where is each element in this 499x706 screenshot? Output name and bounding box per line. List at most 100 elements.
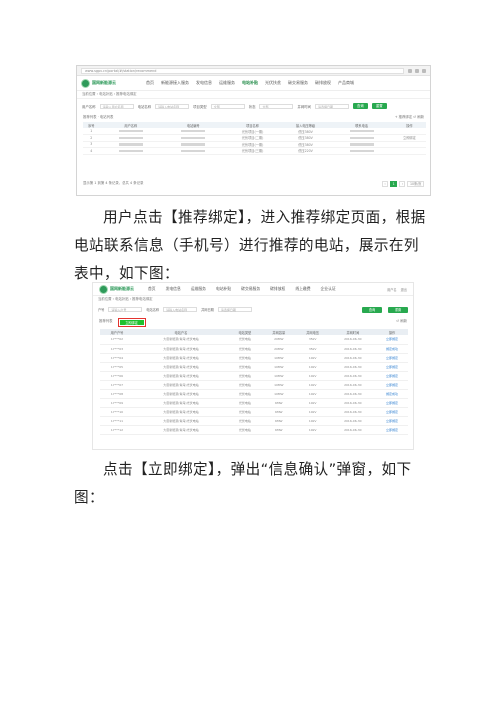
menu-item[interactable]: 产品商城	[338, 80, 354, 86]
search-button[interactable]: 查询	[362, 306, 382, 313]
table-row: 17***10 大唐新能源(青海)光伏电站 光伏电站 6MW 10kV 2016-06-3…	[100, 407, 408, 417]
table-cell: 17***02	[100, 335, 134, 345]
username[interactable]: 用户名	[387, 287, 397, 292]
next-page-button[interactable]: ›	[399, 181, 406, 187]
logout-link[interactable]: 退出	[401, 287, 407, 292]
menu-item[interactable]: 首页	[146, 80, 154, 86]
menu-item[interactable]: 光伏扶贫	[265, 80, 281, 86]
filter-input[interactable]: 请输入用户名称	[99, 103, 134, 109]
maximize-icon[interactable]	[415, 68, 419, 73]
pagination: ‹ 1 › 10条/页	[381, 181, 424, 187]
screenshot-recommend-page: www.sgpv.cn/portal/#/station/recommend 国…	[76, 65, 431, 196]
row-action-link[interactable]: 立即绑定	[376, 362, 408, 372]
reset-button[interactable]: 重置	[388, 306, 408, 313]
filter-label: 项目类型	[193, 104, 207, 109]
table-cell: 10kV	[295, 353, 330, 363]
filter-select[interactable]: 全部	[259, 103, 294, 109]
table-cell: 35kV	[295, 344, 330, 354]
redacted-value	[181, 143, 206, 146]
prev-page-button[interactable]: ‹	[381, 181, 389, 187]
close-icon[interactable]	[422, 68, 426, 73]
menu-item[interactable]: 碳排放权	[315, 80, 331, 86]
menu-item[interactable]: 线上缴费	[295, 286, 310, 292]
menu-item[interactable]: 碳交易服务	[241, 286, 260, 292]
table-cell: 光伏电站	[227, 425, 262, 435]
site-logo[interactable]: 国网新能源云	[99, 284, 134, 294]
table-cell: 10kV	[295, 389, 330, 399]
table-cell: 10kV	[295, 407, 330, 417]
table-cell	[99, 147, 162, 155]
table-row: 17***07 大唐新能源(青海)光伏电站 光伏电站 10MW 10kV 2016-06-…	[100, 380, 408, 390]
filter-input[interactable]: 请输入户号	[108, 307, 143, 312]
table-cell: 10kV	[295, 398, 330, 408]
table-cell: 光伏电站	[227, 344, 262, 354]
row-action-link[interactable]: 绑定成功	[376, 344, 408, 354]
table-cell: 2016-06-30	[329, 398, 376, 408]
station-table: 序号 用户名称 电站编号 项目名称 接入电压等级 联系电话 操作 1 光伏项目(一期) 低压38…	[83, 122, 426, 155]
filter-select[interactable]: 全部	[210, 103, 245, 109]
row-action-link[interactable]: 立即绑定	[376, 407, 408, 417]
table-cell: 6MW	[261, 407, 296, 417]
page-button[interactable]: 1	[390, 181, 398, 187]
menu-item[interactable]: 运维服务	[191, 286, 206, 292]
bind-now-button[interactable]: 立即绑定	[119, 319, 144, 325]
filter-date[interactable]: 请选择日期	[217, 307, 252, 312]
browser-address-bar: www.sgpv.cn/portal/#/station/recommend	[77, 66, 430, 76]
table-cell: 17***09	[100, 398, 134, 408]
table-cell: 2016-06-30	[329, 362, 376, 372]
row-action-link[interactable]: 立即绑定	[376, 353, 408, 363]
refresh-link[interactable]: ↺ 刷新	[396, 319, 407, 323]
row-action-link[interactable]: 立即绑定	[376, 398, 408, 408]
row-action-link[interactable]: 立即绑定	[376, 425, 408, 435]
table-cell: 10kV	[295, 371, 330, 381]
table-cell: 10MW	[261, 380, 296, 390]
table-cell: 17***06	[100, 371, 134, 381]
row-action-link[interactable]: 立即绑定	[376, 416, 408, 426]
filter-input[interactable]: 请输入电站名称	[155, 103, 190, 109]
menu-item[interactable]: 运维服务	[219, 80, 235, 86]
table-cell: 大唐新能源(青海)光伏电站	[133, 389, 228, 399]
bind-button-highlight[interactable]: 立即绑定	[117, 317, 146, 327]
menu-item[interactable]: 发电信息	[166, 286, 181, 292]
minimize-icon[interactable]	[408, 68, 412, 73]
menu-item[interactable]: 发电信息	[196, 80, 212, 86]
menu-item-active[interactable]: 电站补贴	[242, 80, 258, 86]
row-action-link[interactable]	[392, 147, 426, 155]
page-size-select[interactable]: 10条/页	[407, 181, 424, 187]
table-cell: 10MW	[261, 389, 296, 399]
filter-date[interactable]: 请选择日期	[315, 103, 350, 109]
site-logo[interactable]: 国网新能源云	[81, 78, 116, 88]
row-action-link[interactable]: 立即绑定	[376, 380, 408, 390]
menu-item[interactable]: 企业认证	[321, 286, 336, 292]
menu-item[interactable]: 碳排放权	[270, 286, 285, 292]
menu-item[interactable]: 首页	[148, 286, 156, 292]
recommend-bind-link[interactable]: + 推荐绑定 ↺ 刷新	[395, 115, 424, 119]
redacted-value	[181, 149, 206, 152]
redacted-value	[118, 149, 143, 152]
menu-item[interactable]: 新能源接入服务	[161, 80, 189, 86]
redacted-value	[349, 129, 374, 133]
row-action-link[interactable]: 绑定成功	[376, 389, 408, 399]
table-row: 17***05 大唐新能源(青海)光伏电站 光伏电站 10MW 10kV 2016-06-…	[100, 362, 408, 372]
table-cell: 光伏电站	[227, 371, 262, 381]
filter-bar: 户号 请输入户号 电站名称 请输入电站名称 并网日期 请选择日期 查询 重置	[93, 304, 413, 315]
menu-item[interactable]: 电站补贴	[216, 286, 231, 292]
table-cell: 6MW	[261, 425, 296, 435]
filter-input[interactable]: 请输入电站名称	[163, 307, 198, 312]
reset-button[interactable]: 重置	[371, 103, 387, 109]
table-cell: 2016-06-30	[329, 371, 376, 381]
row-action-link[interactable]: 立即绑定	[376, 371, 408, 381]
table-cell: 17***03	[100, 344, 134, 354]
breadcrumb-text: 当前位置 › 电站补贴 › 推荐电站绑定	[98, 297, 153, 302]
table-cell	[330, 147, 393, 155]
filter-label: 并网日期	[201, 308, 214, 312]
table-cell: 大唐新能源(青海)光伏电站	[133, 362, 228, 372]
logo-text: 国网新能源云	[110, 286, 134, 291]
table-cell: 17***07	[100, 380, 134, 390]
row-action-link[interactable]: 立即绑定	[376, 335, 408, 345]
search-button[interactable]: 查询	[353, 103, 368, 109]
url-field[interactable]: www.sgpv.cn/portal/#/station/recommend	[81, 67, 404, 74]
table-cell: 2016-06-30	[329, 380, 376, 390]
menu-item[interactable]: 碳交易服务	[288, 80, 308, 86]
tab-list[interactable]: 推荐列表 · 电站列表	[83, 115, 113, 119]
